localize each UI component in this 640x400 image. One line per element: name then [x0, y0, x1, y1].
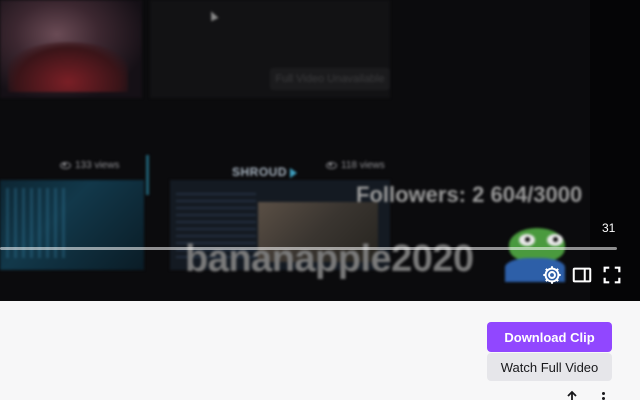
share-icon[interactable] — [565, 390, 579, 400]
clip-views-2: 118 views — [326, 160, 385, 171]
clip-divider — [146, 155, 149, 195]
clip-views-1: 133 views — [60, 160, 119, 171]
download-clip-button[interactable]: Download Clip — [487, 322, 612, 352]
theatre-mode-icon[interactable] — [571, 264, 593, 286]
clip-views-label: 133 views — [75, 160, 120, 171]
shroud-logo-text: SHROUD — [232, 165, 288, 179]
video-player[interactable]: Full Video Unavailable 133 views 118 vie… — [0, 0, 640, 301]
video-thumbnail-top — [0, 0, 142, 98]
shroud-logo: SHROUD — [232, 165, 298, 179]
gear-icon[interactable] — [541, 264, 563, 286]
more-options-icon[interactable] — [598, 392, 608, 400]
eye-icon — [60, 161, 71, 169]
clip-views-label: 118 views — [341, 160, 385, 171]
player-edge — [590, 0, 640, 301]
watch-full-video-button[interactable]: Watch Full Video — [487, 353, 612, 381]
fullscreen-icon[interactable] — [601, 264, 623, 286]
username-overlay-text: bananapple2020 — [185, 238, 474, 280]
eye-icon — [326, 161, 337, 169]
unavailable-overlay-text: Full Video Unavailable — [270, 68, 390, 90]
clip-page: Full Video Unavailable 133 views 118 vie… — [0, 0, 640, 400]
video-frame: Full Video Unavailable 133 views 118 vie… — [0, 0, 640, 301]
followers-overlay-text: Followers: 2 604/3000 — [356, 182, 583, 207]
progress-bar[interactable] — [0, 247, 617, 250]
arrow-icon — [290, 167, 298, 178]
video-thumbnail-left — [0, 180, 144, 270]
playback-timestamp: 31 — [602, 221, 616, 235]
